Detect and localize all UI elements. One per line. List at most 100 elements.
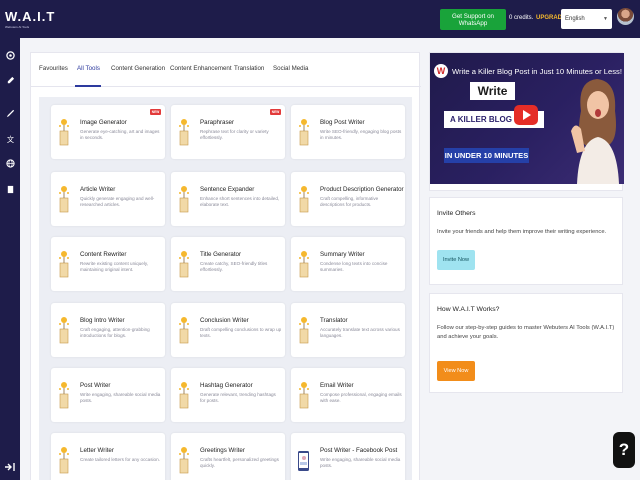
language-select[interactable]: English ▼ [561, 9, 612, 29]
sidebar: 文 [0, 38, 20, 480]
tool-title: Paraphraser [200, 119, 235, 126]
tools-grid: Image Generator Generate eye-catching, ar… [39, 97, 412, 480]
tab-all-tools[interactable]: All Tools [77, 65, 100, 72]
tool-title: Article Writer [80, 186, 116, 193]
lightbulb-icon [177, 315, 191, 345]
tool-title: Translator [320, 317, 348, 324]
lightbulb-icon [177, 445, 191, 475]
tool-description: Enhance short sentences into detailed, e… [200, 196, 280, 208]
app-logo[interactable]: W.A.I.T Webuters AI Tools [5, 9, 55, 29]
tab-content-generation[interactable]: Content Generation [111, 65, 165, 72]
tool-title: Sentence Expander [200, 186, 255, 193]
tab-social-media[interactable]: Social Media [273, 65, 308, 72]
lightbulb-icon [57, 117, 71, 147]
thumbnail-minutes-text: IN UNDER 10 MINUTES [444, 148, 529, 163]
lightbulb-icon [177, 117, 191, 147]
tab-translation[interactable]: Translation [234, 65, 264, 72]
tool-title: Title Generator [200, 251, 242, 258]
tool-description: Create tailored letters for any occasion… [80, 457, 160, 462]
tool-card[interactable]: Post Writer - Facebook Post Write engagin… [291, 433, 405, 480]
tool-title: Summary Writer [320, 251, 365, 258]
lightbulb-icon [57, 315, 71, 345]
tool-card[interactable]: Email Writer Compose professional, engagi… [291, 368, 405, 422]
top-bar: W.A.I.T Webuters AI Tools Get Support on… [0, 0, 640, 38]
tab-content-enhancement[interactable]: Content Enhancement [170, 65, 232, 72]
svg-text:文: 文 [6, 135, 13, 144]
tool-description: Draft compelling conclusions to wrap up … [200, 327, 282, 339]
tool-card[interactable]: Content Rewriter Rewrite existing content… [51, 237, 165, 291]
tool-description: Quickly generate engaging and well-resea… [80, 196, 155, 208]
tool-description: Craft compelling, informative descriptio… [320, 196, 379, 208]
rocket-icon[interactable] [5, 75, 15, 85]
new-badge: NEW [150, 109, 161, 115]
tool-card[interactable]: Blog Post Writer Write SEO-friendly, enga… [291, 105, 405, 159]
tool-card[interactable]: Title Generator Create catchy, SEO-friend… [171, 237, 285, 291]
tool-description: Rephrase text for clarity or variety eff… [200, 129, 269, 141]
document-icon[interactable] [5, 184, 15, 194]
tool-card[interactable]: Sentence Expander Enhance short sentences… [171, 172, 285, 226]
new-badge: NEW [270, 109, 281, 115]
tool-card[interactable]: Blog Intro Writer Craft engaging, attenti… [51, 303, 165, 357]
tool-card[interactable]: Post Writer Write engaging, shareable soc… [51, 368, 165, 422]
presenter-image [571, 79, 619, 184]
tool-title: Conclusion Writer [200, 317, 249, 324]
tool-title: Blog Intro Writer [80, 317, 125, 324]
tab-favourites[interactable]: Favourites [39, 65, 68, 72]
lightbulb-icon [297, 184, 311, 214]
tool-card[interactable]: Greetings Writer Crafts heartfelt, person… [171, 433, 285, 480]
tool-title: Blog Post Writer [320, 119, 365, 126]
translate-icon[interactable]: 文 [5, 134, 15, 144]
tool-description: Write engaging, shareable social media p… [320, 457, 401, 469]
tool-description: Condense long texts into concise summari… [320, 261, 388, 273]
tool-card[interactable]: Paraphraser Rephrase text for clarity or … [171, 105, 285, 159]
tool-title: Content Rewriter [80, 251, 127, 258]
dashboard-icon[interactable] [5, 50, 15, 60]
whatsapp-support-button[interactable]: Get Support on WhatsApp [440, 9, 506, 30]
help-button[interactable]: ? [613, 432, 635, 468]
credits-indicator: 0 credits. UPGRADE [509, 15, 566, 21]
tool-card[interactable]: Article Writer Quickly generate engaging … [51, 172, 165, 226]
lightbulb-icon [177, 184, 191, 214]
tool-card[interactable]: Summary Writer Condense long texts into c… [291, 237, 405, 291]
tool-card[interactable]: Product Description Generator Craft compe… [291, 172, 405, 226]
lightbulb-icon [57, 184, 71, 214]
tool-card[interactable]: Translator Accurately translate text acro… [291, 303, 405, 357]
tool-title: Post Writer [80, 382, 111, 389]
tool-description: Craft engaging, attention-grabbing intro… [80, 327, 150, 339]
invite-now-button[interactable]: Invite Now [437, 250, 475, 270]
pen-icon[interactable] [5, 108, 15, 118]
tool-title: Product Description Generator [320, 186, 404, 193]
lightbulb-icon [57, 249, 71, 279]
tool-title: Email Writer [320, 382, 354, 389]
tool-title: Letter Writer [80, 447, 114, 454]
lightbulb-icon [57, 445, 71, 475]
tool-title: Hashtag Generator [200, 382, 253, 389]
invite-text: Invite your friends and help them improv… [437, 229, 607, 235]
category-tabs: Favourites All Tools Content Generation … [31, 53, 421, 87]
tool-title: Post Writer - Facebook Post [320, 447, 398, 454]
tool-description: Rewrite existing content uniquely, maint… [80, 261, 149, 273]
tool-description: Generate eye-catching, art and images in… [80, 129, 160, 141]
lightbulb-icon [297, 315, 311, 345]
view-now-button[interactable]: View Now [437, 361, 475, 381]
tool-card[interactable]: Hashtag Generator Generate relevant, tren… [171, 368, 285, 422]
chevron-down-icon: ▼ [603, 16, 608, 22]
tool-description: Crafts heartfelt, personalized greetings… [200, 457, 279, 469]
avatar[interactable] [617, 8, 634, 25]
play-icon[interactable] [514, 105, 538, 125]
tool-card[interactable]: Conclusion Writer Draft compelling conclu… [171, 303, 285, 357]
lightbulb-icon [297, 380, 311, 410]
video-panel: W Write a Killer Blog Post in Just 10 Mi… [429, 52, 624, 191]
tool-card[interactable]: Letter Writer Create tailored letters for… [51, 433, 165, 480]
tool-card[interactable]: Image Generator Generate eye-catching, ar… [51, 105, 165, 159]
tool-description: Create catchy, SEO-friendly titles effor… [200, 261, 268, 273]
invite-panel: Invite Others Invite your friends and he… [429, 197, 623, 285]
tool-description: Compose professional, engaging emails wi… [320, 392, 402, 404]
lightbulb-icon [177, 380, 191, 410]
active-tab-indicator [75, 85, 101, 87]
globe-icon[interactable] [5, 158, 15, 168]
lightbulb-icon [57, 380, 71, 410]
logo-tagline: Webuters AI Tools [5, 25, 30, 29]
collapse-sidebar-icon[interactable] [4, 462, 16, 474]
video-thumbnail[interactable]: W Write a Killer Blog Post in Just 10 Mi… [430, 53, 624, 184]
